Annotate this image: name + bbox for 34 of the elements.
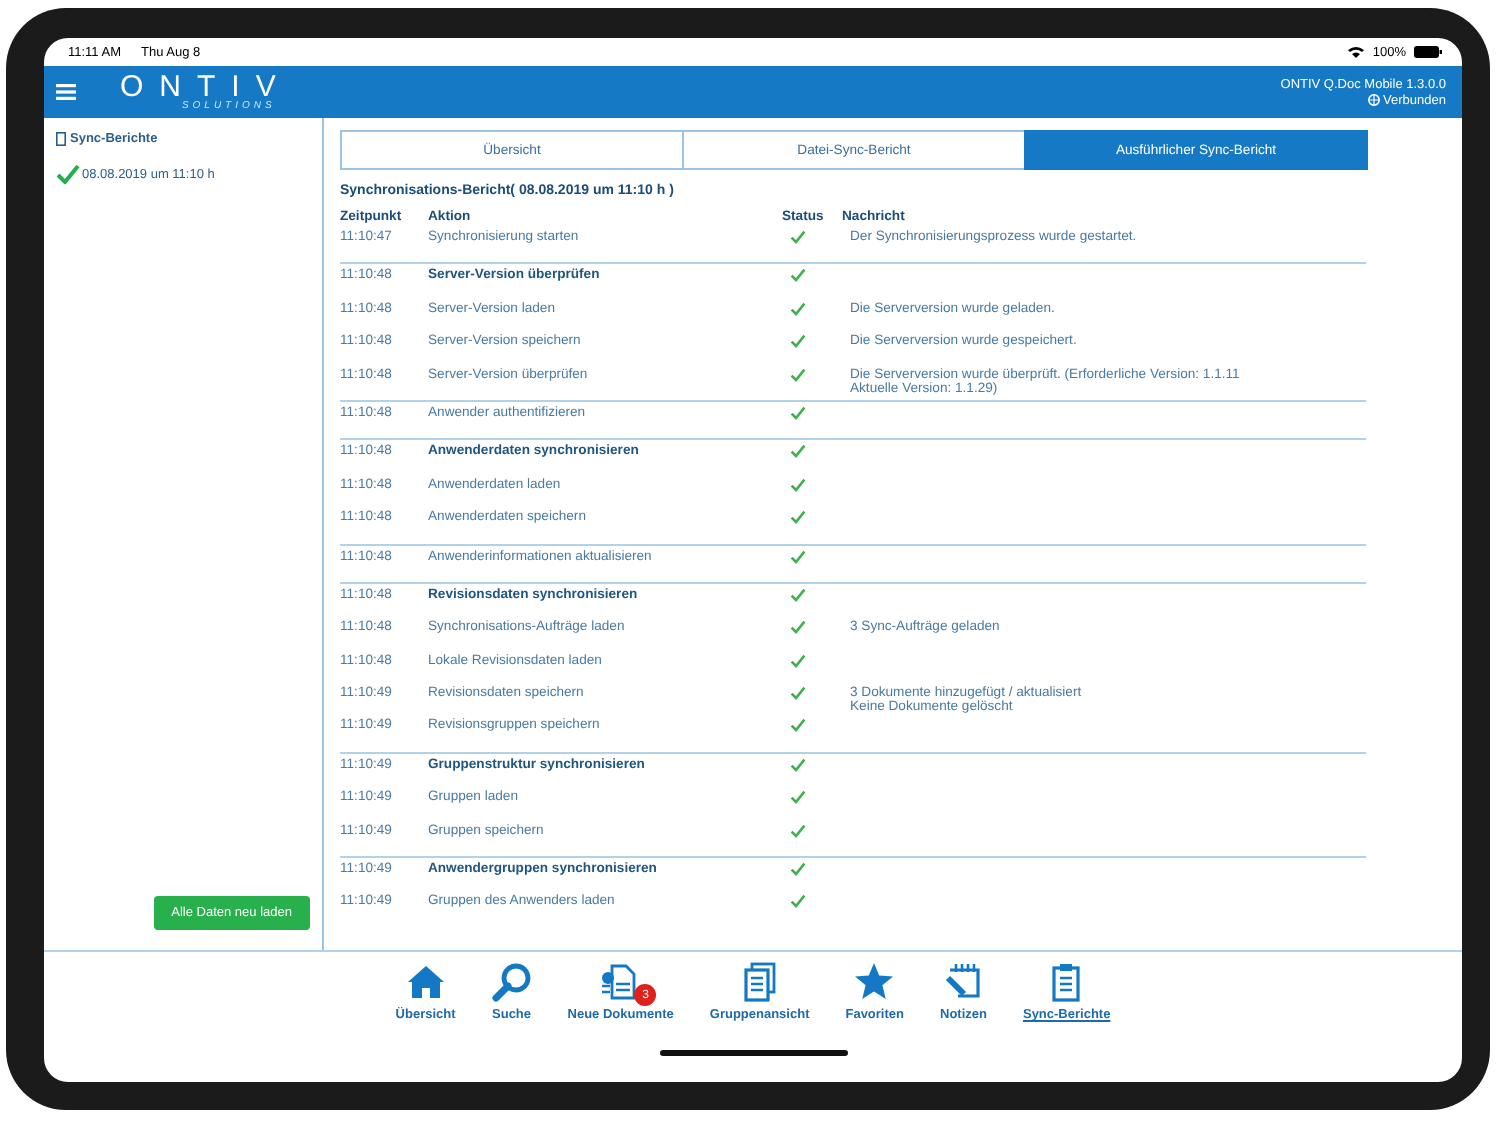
checkmark-icon: [790, 230, 806, 244]
checkmark-icon: [790, 757, 806, 772]
checkmark-icon: [790, 790, 806, 805]
globe-icon: [1367, 94, 1380, 106]
checkmark-icon: [790, 444, 806, 459]
checkmark-icon: [790, 367, 806, 382]
logo-text: ONTIV: [120, 72, 292, 102]
document-icon: [56, 132, 66, 146]
home-icon: [405, 963, 446, 999]
menu-icon[interactable]: [56, 84, 76, 100]
checkmark-icon: [790, 301, 806, 316]
checkmark-icon: [790, 894, 806, 909]
checkmark-icon: [790, 334, 806, 349]
document-list-icon: [600, 963, 641, 999]
checkmark-icon: [790, 823, 806, 838]
battery-icon: [1414, 46, 1442, 58]
checkmark-icon: [790, 549, 806, 564]
checkmark-icon: [790, 405, 806, 420]
checkmark-icon: [790, 653, 806, 668]
clipboard-icon: [1052, 961, 1081, 1001]
pages-icon: [741, 961, 778, 1001]
star-icon: [854, 962, 895, 1000]
checkmark-icon: [790, 862, 806, 877]
checkmark-icon: [790, 587, 806, 602]
checkmark-icon: [790, 718, 806, 733]
checkmark-icon: [790, 686, 806, 701]
wifi-icon: [1348, 46, 1365, 58]
checkmark-icon: [790, 477, 806, 492]
search-icon: [491, 961, 532, 1001]
checkmark-icon: [790, 510, 806, 525]
checkmark-icon: [790, 268, 806, 283]
notepad-pencil-icon: [943, 962, 984, 1000]
checkmark-icon: [790, 620, 806, 635]
checkmark-icon: [56, 164, 80, 184]
